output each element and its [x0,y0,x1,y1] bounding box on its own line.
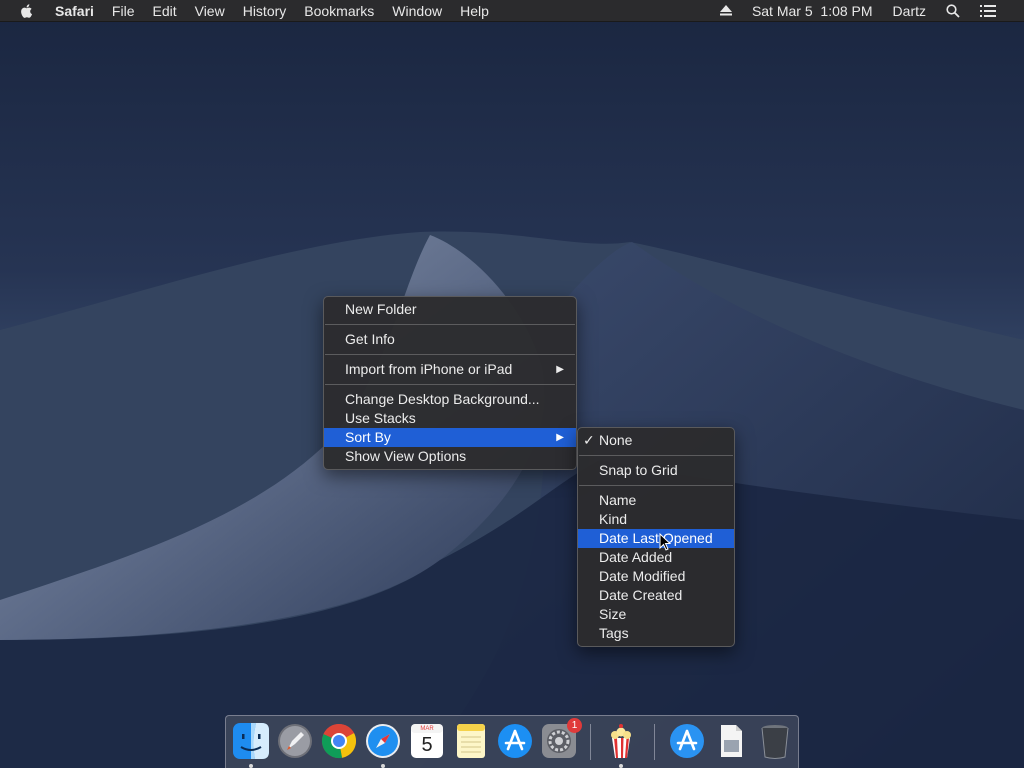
submenu-item-name[interactable]: Name [578,491,734,510]
menu-separator [579,485,733,486]
menu-bar: Safari File Edit View History Bookmarks … [0,0,1024,22]
apple-icon[interactable] [0,0,46,22]
menu-item-label: Date Last Opened [599,530,713,546]
running-indicator [619,764,623,768]
calendar-day: 5 [421,734,433,756]
submenu-item-date-added[interactable]: Date Added [578,548,734,567]
launchpad-icon[interactable] [276,722,314,760]
running-indicator [249,764,253,768]
calendar-icon[interactable]: MAR 5 [408,722,446,760]
system-preferences-icon[interactable]: 1 [540,718,582,760]
menu-item-label: Use Stacks [345,410,416,426]
desktop-context-menu: New Folder Get Info Import from iPhone o… [323,296,577,470]
user-name[interactable]: Dartz [883,0,936,22]
app-store-folder-icon[interactable] [668,722,706,760]
menu-app-name[interactable]: Safari [46,0,103,22]
menu-item-label: Size [599,606,627,622]
clock[interactable]: Sat Mar 5 1:08 PM [742,0,883,22]
submenu-item-size[interactable]: Size [578,605,734,624]
menu-edit[interactable]: Edit [143,0,185,22]
submenu-arrow-icon: ▶ [556,432,564,443]
running-indicator [381,764,385,768]
menu-item-change-desktop-background[interactable]: Change Desktop Background... [324,390,576,409]
notes-icon[interactable] [452,722,490,760]
notification-badge: 1 [567,718,582,733]
menu-item-label: Import from iPhone or iPad [345,361,513,377]
menu-history[interactable]: History [234,0,296,22]
menu-item-label: Show View Options [345,448,467,464]
mouse-cursor-icon [659,532,672,556]
menu-item-import-from-iphone[interactable]: Import from iPhone or iPad ▶ [324,360,576,379]
submenu-arrow-icon: ▶ [556,364,564,375]
menu-item-label: Date Created [599,587,683,603]
menu-item-label: Tags [599,625,629,641]
menu-item-label: Kind [599,511,628,527]
menu-item-new-folder[interactable]: New Folder [324,300,576,319]
trash-icon[interactable] [756,722,794,760]
submenu-item-date-created[interactable]: Date Created [578,586,734,605]
list-icon[interactable] [970,0,1006,22]
menu-separator [325,384,575,385]
sort-by-submenu: ✓ None Snap to Grid Name Kind Date Last … [577,427,735,647]
dock: MAR 5 1 [225,715,799,768]
submenu-item-kind[interactable]: Kind [578,510,734,529]
menu-item-get-info[interactable]: Get Info [324,330,576,349]
dock-separator [590,724,591,760]
calendar-month: MAR [420,726,434,732]
menu-item-label: New Folder [345,301,417,317]
menu-item-label: Name [599,492,637,508]
submenu-item-snap-to-grid[interactable]: Snap to Grid [578,461,734,480]
menu-item-label: Date Modified [599,568,686,584]
document-icon[interactable] [712,722,750,760]
menu-item-label: Snap to Grid [599,462,678,478]
menu-window[interactable]: Window [383,0,451,22]
menu-item-label: None [599,432,633,448]
safari-icon[interactable] [364,722,402,768]
menu-item-use-stacks[interactable]: Use Stacks [324,409,576,428]
popcorn-app-icon[interactable] [602,722,640,768]
menu-item-label: Change Desktop Background... [345,391,540,407]
menu-bookmarks[interactable]: Bookmarks [295,0,383,22]
submenu-item-date-last-opened[interactable]: Date Last Opened [578,529,734,548]
menu-file[interactable]: File [103,0,144,22]
menu-item-sort-by[interactable]: Sort By ▶ [324,428,576,447]
menu-separator [325,354,575,355]
search-icon[interactable] [936,0,970,22]
menu-item-label: Get Info [345,331,395,347]
menu-separator [325,324,575,325]
chrome-icon[interactable] [320,722,358,760]
menu-item-show-view-options[interactable]: Show View Options [324,447,576,466]
menu-separator [579,455,733,456]
menu-item-label: Sort By [345,429,391,445]
finder-icon[interactable] [232,722,270,768]
dock-separator [654,724,655,760]
submenu-item-none[interactable]: ✓ None [578,431,734,450]
menu-view[interactable]: View [186,0,234,22]
app-store-icon[interactable] [496,722,534,760]
submenu-item-date-modified[interactable]: Date Modified [578,567,734,586]
checkmark-icon: ✓ [583,432,595,448]
submenu-item-tags[interactable]: Tags [578,624,734,643]
menu-help[interactable]: Help [451,0,498,22]
eject-icon[interactable] [710,0,742,22]
